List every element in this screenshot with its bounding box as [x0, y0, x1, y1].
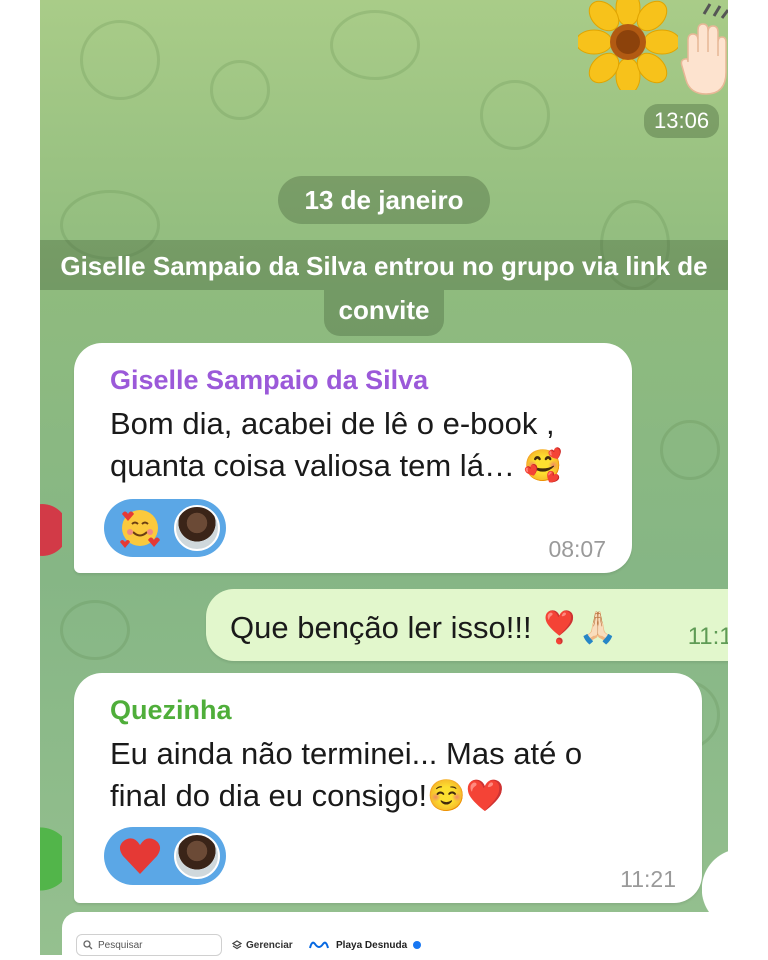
doodle	[330, 10, 420, 80]
manage-button[interactable]: Gerenciar	[232, 934, 293, 956]
doodle	[660, 420, 720, 480]
doodle	[80, 20, 160, 100]
verified-badge-icon	[413, 941, 422, 949]
reaction-avatar	[174, 505, 220, 551]
message-text: Eu ainda não terminei... Mas até o final…	[110, 733, 582, 817]
message-text-line: Bom dia, acabei de lê o e-book ,	[110, 406, 555, 441]
message-text: Bom dia, acabei de lê o e-book , quanta …	[110, 403, 562, 487]
message-text: Que benção ler isso!!! ❣️🙏🏻	[230, 610, 618, 645]
reaction-pill[interactable]	[104, 499, 226, 557]
message-time: 11:17	[687, 623, 728, 650]
service-message-line: Giselle Sampaio da Silva entrou no grupo…	[40, 240, 728, 290]
page-name-link[interactable]: Playa Desnuda	[308, 934, 422, 956]
doodle	[480, 80, 550, 150]
search-placeholder: Pesquisar	[98, 939, 143, 951]
sender-name[interactable]: Giselle Sampaio da Silva	[110, 365, 428, 396]
layers-icon	[232, 940, 242, 950]
chat-background: 13:06 13 de janeiro Giselle Sampaio da S…	[40, 0, 728, 955]
reaction-avatar	[174, 833, 220, 879]
service-message-line: convite	[324, 290, 444, 336]
doodle	[60, 600, 130, 660]
search-icon	[83, 940, 93, 950]
embedded-screenshot: Pesquisar Gerenciar Playa Desnuda	[62, 912, 742, 956]
sender-avatar[interactable]	[40, 492, 62, 568]
message-time: 11:21	[620, 866, 676, 892]
message-text-line: final do dia eu consigo!☺️❤️	[110, 778, 505, 813]
manage-label: Gerenciar	[246, 939, 293, 951]
service-message: Giselle Sampaio da Silva entrou no grupo…	[40, 240, 728, 336]
page-name: Playa Desnuda	[336, 939, 408, 951]
red-heart-icon	[118, 834, 162, 878]
date-separator: 13 de janeiro	[278, 176, 490, 224]
message-time: 13:06	[644, 104, 720, 138]
meta-logo-icon	[309, 941, 329, 949]
doodle	[210, 60, 270, 120]
message-bubble-incoming[interactable]: Giselle Sampaio da Silva Bom dia, acabei…	[74, 343, 632, 573]
smiling-face-hearts-icon	[118, 506, 162, 550]
sparkle-icon	[700, 0, 728, 25]
message-bubble-outgoing[interactable]: Que benção ler isso!!! ❣️🙏🏻 11:17	[206, 589, 728, 661]
search-input[interactable]: Pesquisar	[76, 934, 222, 956]
sunflower-sticker-icon	[575, 0, 681, 95]
green-action-button[interactable]	[40, 820, 62, 898]
message-bubble-incoming[interactable]: Quezinha Eu ainda não terminei... Mas at…	[74, 673, 702, 903]
message-time: 08:07	[548, 536, 606, 562]
sender-name[interactable]: Quezinha	[110, 695, 232, 726]
message-text-line: quanta coisa valiosa tem lá… 🥰	[110, 448, 563, 483]
reaction-pill[interactable]	[104, 827, 226, 885]
message-text-line: Eu ainda não terminei... Mas até o	[110, 736, 583, 771]
raised-hand-icon	[680, 22, 728, 101]
